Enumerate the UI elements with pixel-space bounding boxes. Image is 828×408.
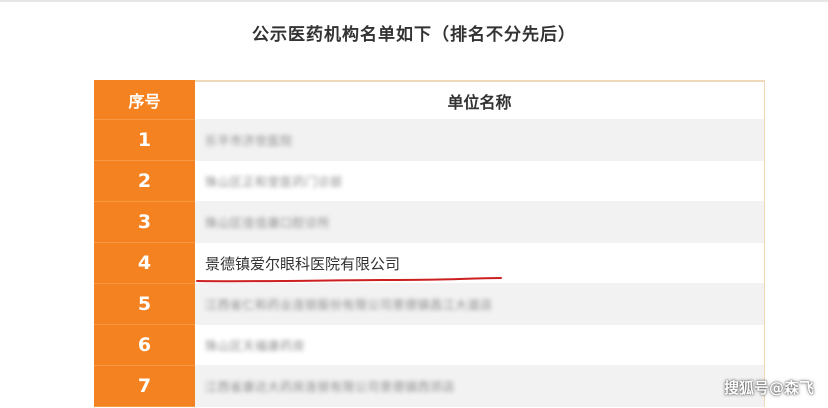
row-name: 珠山区佳佳康口腔诊所 xyxy=(205,215,331,230)
top-divider xyxy=(0,0,828,2)
row-name: 江西省仁和药业连锁股份有限公司景德镇昌江大道店 xyxy=(205,297,493,312)
table-row: 1 乐平市济世医院 xyxy=(94,120,764,161)
row-name: 珠山区正和堂医药门诊部 xyxy=(205,174,343,189)
row-index: 1 xyxy=(94,120,195,161)
row-name: 珠山区天福康药房 xyxy=(205,338,306,353)
row-index: 2 xyxy=(94,161,195,202)
row-name-cell: 珠山区正和堂医药门诊部 xyxy=(195,161,764,202)
red-underline-annotation xyxy=(196,277,502,283)
row-name-cell: 江西省康达大药房连锁有限公司景德镇西郊店 xyxy=(195,366,764,407)
row-name: 江西省康达大药房连锁有限公司景德镇西郊店 xyxy=(205,379,456,394)
table-row: 6 珠山区天福康药房 xyxy=(94,325,764,366)
row-name-cell: 江西省仁和药业连锁股份有限公司景德镇昌江大道店 xyxy=(195,284,764,325)
row-index: 6 xyxy=(94,325,195,366)
row-index: 3 xyxy=(94,202,195,243)
row-index: 5 xyxy=(94,284,195,325)
table-row: 7 江西省康达大药房连锁有限公司景德镇西郊店 xyxy=(94,366,764,407)
page-title: 公示医药机构名单如下（排名不分先后） xyxy=(252,25,576,45)
watermark: 搜狐号@森飞 xyxy=(723,379,814,397)
row-name-cell: 珠山区佳佳康口腔诊所 xyxy=(195,202,764,243)
table-header-row: 序号 单位名称 xyxy=(94,80,764,120)
institution-table: 序号 单位名称 1 乐平市济世医院 2 珠山区正和堂医药门诊部 3 珠山区佳佳康… xyxy=(94,80,765,407)
row-name-cell: 珠山区天福康药房 xyxy=(195,325,764,366)
table-row: 3 珠山区佳佳康口腔诊所 xyxy=(94,202,764,243)
table-row: 5 江西省仁和药业连锁股份有限公司景德镇昌江大道店 xyxy=(94,284,764,325)
row-index: 7 xyxy=(94,366,195,407)
table-row: 2 珠山区正和堂医药门诊部 xyxy=(94,161,764,202)
header-index: 序号 xyxy=(94,80,195,120)
row-name: 景德镇爱尔眼科医院有限公司 xyxy=(205,254,401,273)
row-name: 乐平市济世医院 xyxy=(205,133,293,148)
page: 公示医药机构名单如下（排名不分先后） 序号 单位名称 1 乐平市济世医院 2 珠… xyxy=(0,0,828,408)
header-name: 单位名称 xyxy=(195,80,764,120)
row-index: 4 xyxy=(94,243,195,284)
row-name-cell: 乐平市济世医院 xyxy=(195,120,764,161)
